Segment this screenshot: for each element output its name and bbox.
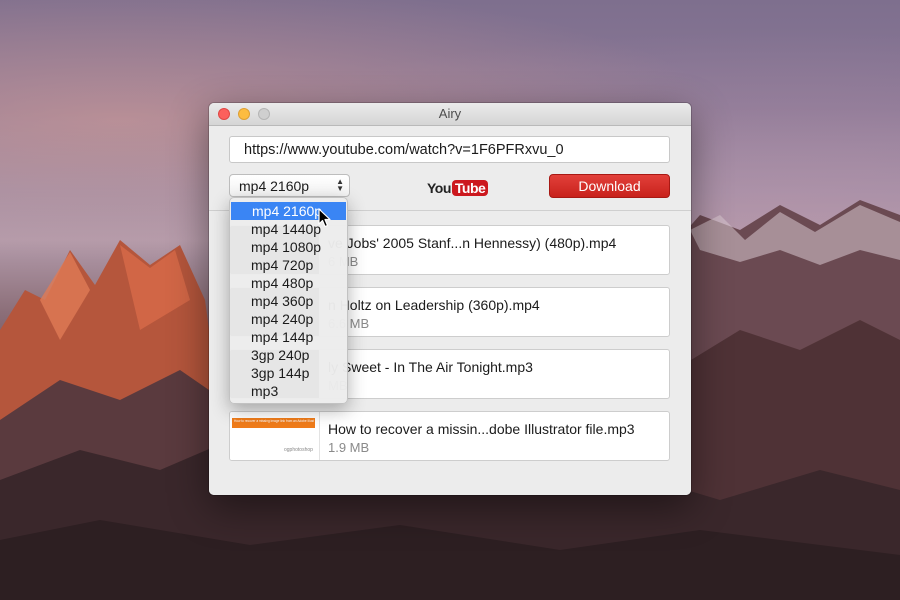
- menu-item-mp4-480p[interactable]: mp4 480p: [230, 274, 347, 292]
- download-item-name: ve Jobs' 2005 Stanf...n Hennessy) (480p)…: [328, 235, 617, 251]
- mouse-pointer-icon: [318, 208, 331, 228]
- download-item-name: ly Sweet - In The Air Tonight.mp3: [328, 359, 533, 375]
- format-dropdown-menu: mp4 2160p mp4 1440p mp4 1080p mp4 720p m…: [229, 197, 348, 404]
- download-item[interactable]: How to recover a missing image link from…: [229, 411, 670, 461]
- menu-item-mp4-360p[interactable]: mp4 360p: [230, 292, 347, 310]
- url-input[interactable]: https://www.youtube.com/watch?v=1F6PFRxv…: [229, 136, 670, 163]
- download-item-name: n Holtz on Leadership (360p).mp4: [328, 297, 540, 313]
- menu-item-mp4-240p[interactable]: mp4 240p: [230, 310, 347, 328]
- thumbnail-banner-text: How to recover a missing image link from…: [234, 419, 314, 423]
- window-title: Airy: [438, 106, 462, 121]
- download-item-size: 1.9 MB: [328, 440, 370, 455]
- format-select[interactable]: mp4 2160p ▲ ▼: [229, 174, 350, 197]
- menu-item-3gp-144p[interactable]: 3gp 144p: [230, 364, 347, 382]
- menu-item-mp4-144p[interactable]: mp4 144p: [230, 328, 347, 346]
- updown-arrows-icon: ▲ ▼: [336, 177, 344, 193]
- thumbnail-brand: ogphotoshop: [284, 447, 313, 453]
- menu-item-mp4-720p[interactable]: mp4 720p: [230, 256, 347, 274]
- menu-item-mp3[interactable]: mp3: [230, 382, 347, 400]
- youtube-logo-tube: Tube: [451, 180, 489, 196]
- youtube-logo: You Tube: [427, 179, 489, 197]
- download-item-name: How to recover a missin...dobe Illustrat…: [328, 421, 635, 437]
- document-thumbnail: How to recover a missing image link from…: [230, 412, 320, 460]
- menu-item-mp4-1080p[interactable]: mp4 1080p: [230, 238, 347, 256]
- format-select-value: mp4 2160p: [239, 178, 310, 194]
- menu-item-3gp-240p[interactable]: 3gp 240p: [230, 346, 347, 364]
- download-button[interactable]: Download: [549, 174, 670, 198]
- youtube-logo-you: You: [427, 180, 451, 196]
- title-bar[interactable]: Airy: [209, 103, 691, 126]
